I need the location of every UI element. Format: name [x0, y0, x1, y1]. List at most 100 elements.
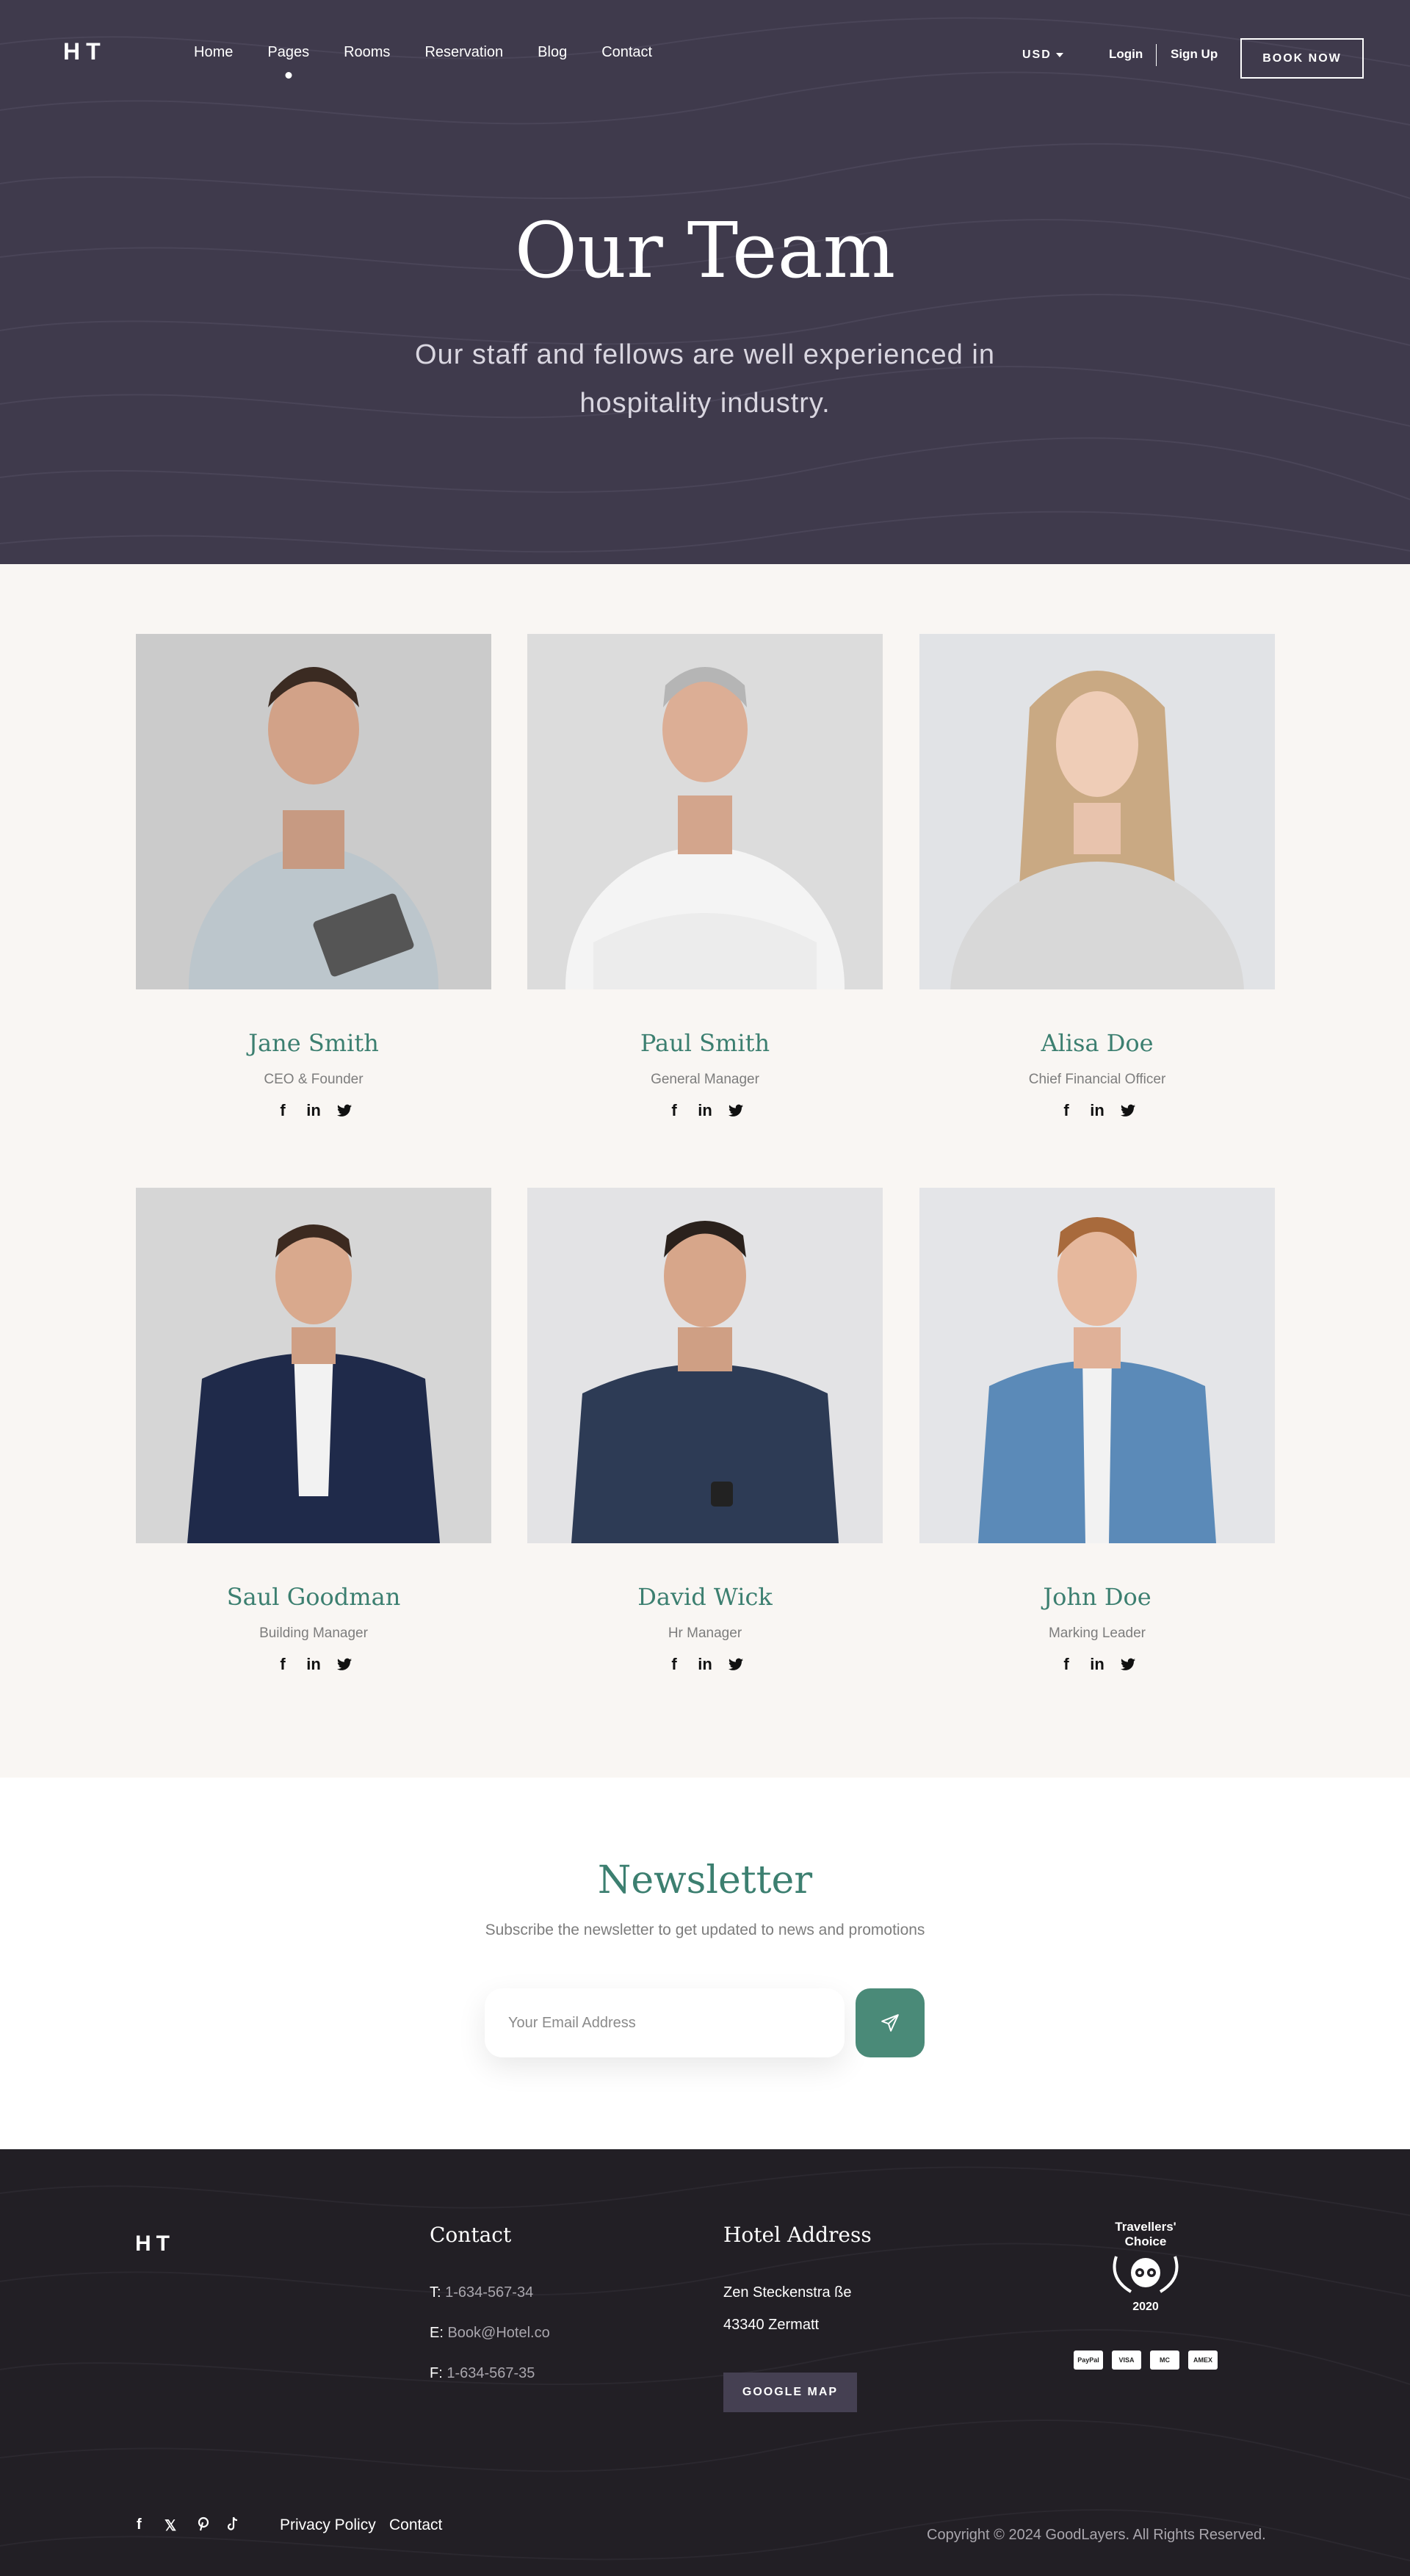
member-photo	[919, 1188, 1275, 1543]
member-photo	[527, 634, 883, 989]
member-socials: f in	[527, 1655, 883, 1674]
send-icon	[881, 2014, 899, 2032]
twitter-icon[interactable]	[1118, 1655, 1138, 1674]
signup-link[interactable]: Sign Up	[1171, 47, 1218, 62]
member-role: General Manager	[651, 1072, 759, 1087]
fax-label: F:	[430, 2365, 443, 2381]
facebook-icon[interactable]: f	[665, 1655, 684, 1674]
fax-line: F: 1-634-567-35	[430, 2365, 535, 2382]
footer-contact-link[interactable]: Contact	[389, 2517, 442, 2534]
footer-logo[interactable]: HT	[135, 2232, 175, 2256]
member-photo-graphic	[919, 634, 1275, 989]
team-card: Saul Goodman Building Manager f in	[136, 1188, 491, 1709]
travellers-choice-badge: Travellers' Choice 2020	[1102, 2220, 1190, 2315]
privacy-policy-link[interactable]: Privacy Policy	[280, 2517, 376, 2534]
member-photo-graphic	[136, 634, 491, 989]
member-socials: f in	[919, 1655, 1275, 1674]
payment-methods: PayPal VISA MC AMEX	[1074, 2350, 1226, 2370]
page-subtitle: Our staff and fellows are well experienc…	[415, 339, 995, 419]
member-photo-graphic	[136, 1188, 491, 1543]
site-footer: HT Contact T: 1-634-567-34 E: Book@Hotel…	[0, 2149, 1410, 2576]
linkedin-icon[interactable]: in	[1088, 1655, 1107, 1674]
owl-laurel-icon	[1113, 2256, 1179, 2293]
contact-heading: Contact	[430, 2223, 512, 2247]
team-section: Jane Smith CEO & Founder f in Paul Smith…	[0, 564, 1410, 1778]
award-line-2: Choice	[1124, 2234, 1167, 2248]
menu-blog[interactable]: Blog	[538, 44, 567, 61]
twitter-icon[interactable]	[726, 1101, 745, 1120]
main-menu: Home Pages Rooms Reservation Blog Contac…	[194, 44, 687, 79]
facebook-icon[interactable]: f	[137, 2517, 142, 2533]
member-socials: f in	[136, 1101, 491, 1120]
menu-home[interactable]: Home	[194, 44, 233, 61]
member-name: John Doe	[1043, 1583, 1152, 1611]
member-photo-graphic	[919, 1188, 1275, 1543]
member-role: Hr Manager	[668, 1626, 742, 1641]
facebook-icon[interactable]: f	[273, 1655, 292, 1674]
amex-icon: AMEX	[1188, 2350, 1218, 2370]
phone-value[interactable]: 1-634-567-34	[445, 2284, 533, 2301]
team-card: David Wick Hr Manager f in	[527, 1188, 883, 1709]
caret-down-icon	[1055, 52, 1063, 57]
menu-rooms[interactable]: Rooms	[344, 44, 390, 61]
divider	[1156, 44, 1157, 66]
phone-line: T: 1-634-567-34	[430, 2284, 533, 2301]
team-card: Paul Smith General Manager f in	[527, 634, 883, 1155]
newsletter-subtitle: Subscribe the newsletter to get updated …	[485, 1922, 925, 1938]
menu-pages-label: Pages	[267, 44, 310, 60]
member-photo	[136, 634, 491, 989]
menu-reservation[interactable]: Reservation	[424, 44, 503, 61]
pinterest-icon[interactable]	[197, 2517, 210, 2536]
linkedin-icon[interactable]: in	[695, 1655, 715, 1674]
award-year: 2020	[1132, 2301, 1159, 2313]
currency-label: USD	[1022, 48, 1052, 61]
email-value[interactable]: Book@Hotel.co	[447, 2325, 549, 2341]
member-photo-graphic	[527, 634, 883, 989]
member-name: Jane Smith	[248, 1029, 379, 1057]
newsletter-section: Newsletter Subscribe the newsletter to g…	[0, 1778, 1410, 2149]
menu-contact[interactable]: Contact	[601, 44, 652, 61]
address-line-2: 43340 Zermatt	[723, 2317, 820, 2333]
twitter-icon[interactable]	[726, 1655, 745, 1674]
visa-icon: VISA	[1112, 2350, 1141, 2370]
email-line: E: Book@Hotel.co	[430, 2325, 550, 2342]
member-role: Chief Financial Officer	[1028, 1072, 1166, 1087]
menu-pages[interactable]: Pages	[267, 44, 310, 79]
paypal-icon: PayPal	[1074, 2350, 1103, 2370]
google-map-button[interactable]: GOOGLE MAP	[723, 2373, 857, 2412]
member-name: David Wick	[637, 1583, 773, 1611]
linkedin-icon[interactable]: in	[304, 1101, 323, 1120]
linkedin-icon[interactable]: in	[1088, 1101, 1107, 1120]
site-logo[interactable]: HT	[63, 38, 106, 65]
linkedin-icon[interactable]: in	[695, 1101, 715, 1120]
member-role: Marking Leader	[1048, 1626, 1146, 1641]
newsletter-title: Newsletter	[597, 1858, 813, 1902]
phone-label: T:	[430, 2284, 441, 2301]
copyright: Copyright © 2024 GoodLayers. All Rights …	[927, 2527, 1266, 2543]
facebook-icon[interactable]: f	[665, 1101, 684, 1120]
facebook-icon[interactable]: f	[273, 1101, 292, 1120]
twitter-icon[interactable]	[335, 1655, 354, 1674]
currency-select[interactable]: USD	[1022, 48, 1063, 62]
address-line-1: Zen Steckenstra ße	[723, 2284, 852, 2301]
twitter-icon[interactable]	[1118, 1101, 1138, 1120]
login-link[interactable]: Login	[1109, 47, 1143, 62]
top-nav: HT Home Pages Rooms Reservation Blog Con…	[0, 0, 1410, 110]
book-now-button[interactable]: BOOK NOW	[1240, 38, 1364, 79]
email-input[interactable]	[485, 1988, 845, 2057]
award-line-1: Travellers'	[1115, 2220, 1176, 2234]
member-photo	[919, 634, 1275, 989]
tiktok-icon[interactable]	[226, 2517, 239, 2536]
team-card: Alisa Doe Chief Financial Officer f in	[919, 634, 1275, 1155]
facebook-icon[interactable]: f	[1057, 1101, 1076, 1120]
member-role: CEO & Founder	[264, 1072, 364, 1087]
linkedin-icon[interactable]: in	[304, 1655, 323, 1674]
subscribe-button[interactable]	[856, 1988, 925, 2057]
twitter-icon[interactable]	[335, 1101, 354, 1120]
x-icon[interactable]: 𝕏	[164, 2517, 176, 2535]
facebook-icon[interactable]: f	[1057, 1655, 1076, 1674]
member-role: Building Manager	[259, 1626, 368, 1641]
fax-value: 1-634-567-35	[446, 2365, 535, 2381]
page-title: Our Team	[514, 206, 896, 295]
member-photo	[527, 1188, 883, 1543]
